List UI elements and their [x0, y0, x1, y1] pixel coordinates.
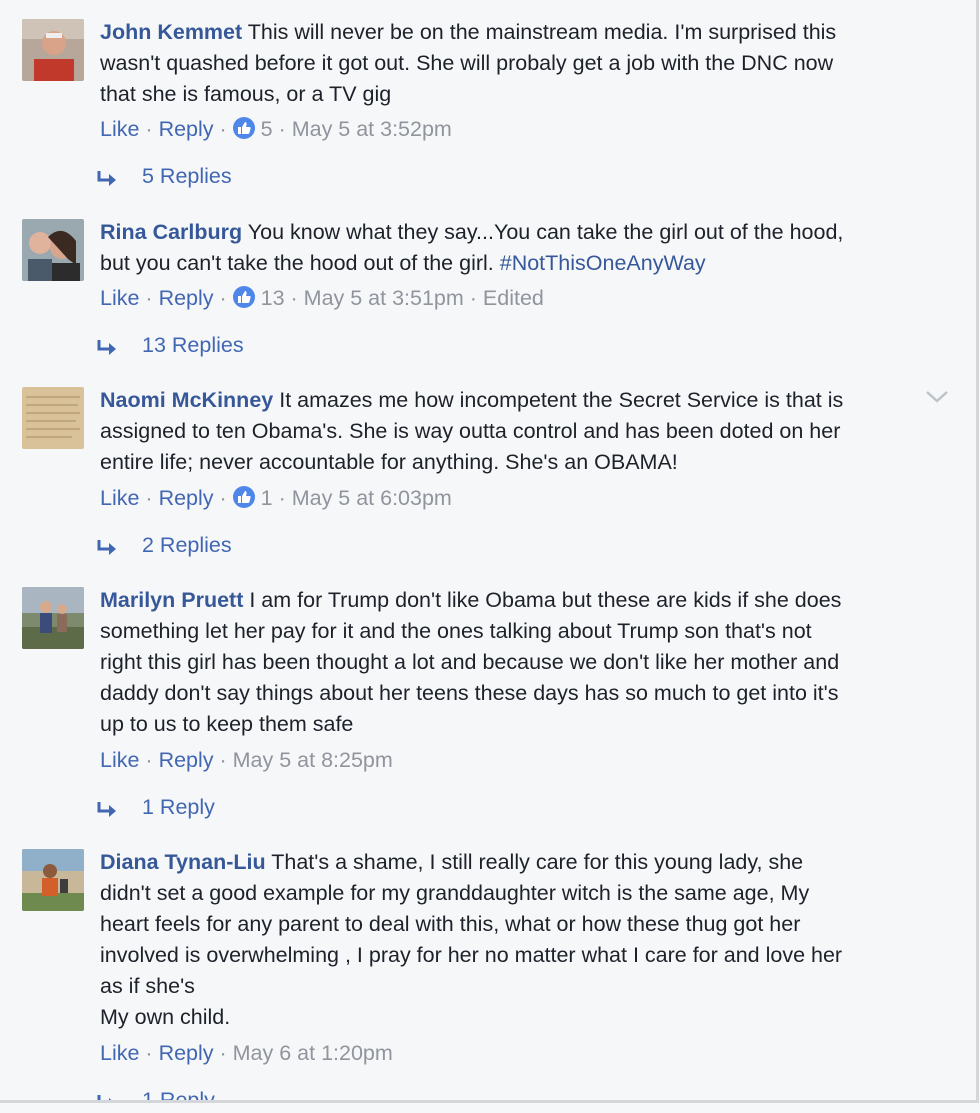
- comment-text: John Kemmet This will never be on the ma…: [100, 17, 930, 110]
- edited-label[interactable]: Edited: [483, 286, 544, 310]
- reply-arrow-icon: [97, 540, 116, 555]
- reply-arrow-icon: [97, 171, 116, 186]
- like-reaction-icon[interactable]: [232, 117, 255, 139]
- view-replies-link[interactable]: 1 Reply: [96, 1085, 215, 1100]
- comment-actions: Like · Reply · 5 · May 5 at 3:52pm: [100, 117, 452, 141]
- reply-link[interactable]: Reply: [159, 1041, 214, 1065]
- comment-text: Rina Carlburg You know what they say...Y…: [100, 217, 930, 279]
- reply-arrow-icon: [97, 802, 116, 817]
- comments-panel: John Kemmet This will never be on the ma…: [0, 0, 979, 1103]
- replies-count-label[interactable]: 1 Reply: [142, 795, 215, 819]
- avatar[interactable]: [22, 19, 84, 81]
- comment-author[interactable]: Rina Carlburg: [100, 220, 242, 244]
- like-link[interactable]: Like: [100, 486, 139, 510]
- reply-link[interactable]: Reply: [159, 117, 214, 141]
- comment-timestamp[interactable]: May 5 at 8:25pm: [233, 748, 393, 772]
- avatar[interactable]: [22, 219, 84, 281]
- avatar[interactable]: [22, 849, 84, 911]
- comment-author[interactable]: Diana Tynan-Liu: [100, 850, 266, 874]
- comment-author[interactable]: Marilyn Pruett: [100, 588, 243, 612]
- chevron-down-icon[interactable]: [924, 389, 950, 405]
- replies-count-label[interactable]: 2 Replies: [142, 533, 232, 557]
- replies-count-label[interactable]: 5 Replies: [142, 164, 232, 188]
- reply-link[interactable]: Reply: [159, 286, 214, 310]
- like-reaction-icon[interactable]: [232, 286, 255, 308]
- view-replies-link[interactable]: 2 Replies: [96, 530, 232, 561]
- comment-text: Naomi McKinney It amazes me how incompet…: [100, 385, 930, 478]
- reaction-count[interactable]: 13: [261, 286, 285, 310]
- reaction-count[interactable]: 5: [261, 117, 273, 141]
- comment-timestamp[interactable]: May 5 at 3:51pm: [304, 286, 464, 310]
- comment-timestamp[interactable]: May 6 at 1:20pm: [233, 1041, 393, 1065]
- comment-text: Marilyn Pruett I am for Trump don't like…: [100, 585, 930, 740]
- like-link[interactable]: Like: [100, 117, 139, 141]
- like-link[interactable]: Like: [100, 286, 139, 310]
- like-reaction-icon[interactable]: [232, 486, 255, 508]
- comment-author[interactable]: John Kemmet: [100, 20, 242, 44]
- avatar[interactable]: [22, 587, 84, 649]
- view-replies-link[interactable]: 13 Replies: [96, 330, 244, 361]
- comment-body: That's a shame, I still really care for …: [100, 850, 843, 1029]
- replies-count-label[interactable]: 13 Replies: [142, 333, 244, 357]
- comment-actions: Like · Reply · May 5 at 8:25pm: [100, 748, 393, 772]
- replies-count-label[interactable]: 1 Reply: [142, 1088, 215, 1100]
- like-link[interactable]: Like: [100, 1041, 139, 1065]
- comment-timestamp[interactable]: May 5 at 3:52pm: [292, 117, 452, 141]
- view-replies-link[interactable]: 5 Replies: [96, 161, 232, 192]
- comment-actions: Like · Reply · 1 · May 5 at 6:03pm: [100, 486, 452, 510]
- avatar[interactable]: [22, 387, 84, 449]
- comment-timestamp[interactable]: May 5 at 6:03pm: [292, 486, 452, 510]
- comment-author[interactable]: Naomi McKinney: [100, 388, 273, 412]
- reaction-count[interactable]: 1: [261, 486, 273, 510]
- reply-link[interactable]: Reply: [159, 486, 214, 510]
- comment-actions: Like · Reply · May 6 at 1:20pm: [100, 1041, 393, 1065]
- like-link[interactable]: Like: [100, 748, 139, 772]
- comment-actions: Like · Reply · 13 · May 5 at 3:51pm · Ed…: [100, 286, 544, 310]
- hashtag-link[interactable]: #NotThisOneAnyWay: [500, 251, 706, 275]
- reply-link[interactable]: Reply: [159, 748, 214, 772]
- reply-arrow-icon: [97, 1095, 112, 1100]
- reply-arrow-icon: [97, 340, 116, 355]
- view-replies-link[interactable]: 1 Reply: [96, 792, 215, 823]
- comment-text: Diana Tynan-Liu That's a shame, I still …: [100, 847, 930, 1033]
